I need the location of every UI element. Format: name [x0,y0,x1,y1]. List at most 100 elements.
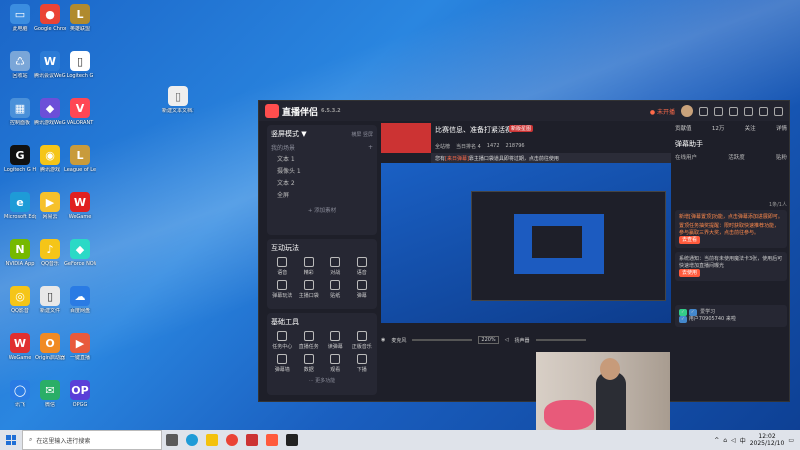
maximize-icon[interactable] [759,106,768,116]
close-icon[interactable] [774,106,783,116]
desktop-shortcut[interactable]: G Logitech G HUB [4,145,36,173]
minimize-icon[interactable] [744,106,753,116]
system-message: 系统通知：当前有未使用魔法卡3张，使用后可快速增加直播间曝光 去使用 [675,252,787,281]
desktop-shortcut[interactable]: ◆ 腾讯游戏WeGame [34,98,66,126]
desktop-shortcut[interactable]: ♪ QQ音乐 [34,239,66,267]
view-button[interactable]: 去查看 [679,236,701,244]
desktop-shortcut[interactable]: ☁ 百度网盘 [64,286,96,314]
headset-icon[interactable] [714,106,723,116]
interactive-tool-icon [303,280,314,290]
desktop-shortcut[interactable]: ▯ 新建文件 [34,286,66,314]
basic-tool[interactable]: 直播任务 [298,331,321,350]
notice-bar[interactable]: 您有 [来日弹幕] 靠主播口袋道具即将过期，点击前往使用 [431,153,671,163]
search-box[interactable]: ⌕ 在这里输入进行搜索 [22,430,162,450]
interactive-tool[interactable]: 弹幕 [351,280,374,299]
mic-slider[interactable] [412,339,473,341]
scene-item[interactable]: 摄像头 1 [271,164,373,176]
desktop-shortcut[interactable]: ◎ QQ影音 [4,286,36,314]
start-button[interactable] [0,430,22,450]
basic-tool[interactable]: 读弹幕 [324,331,347,350]
basic-tool[interactable]: 正版音乐 [351,331,374,350]
desktop-shortcut[interactable]: OP OPGG [64,380,96,408]
desktop-shortcut[interactable]: L 英雄联盟 [64,4,96,32]
chrome-icon[interactable] [226,434,238,446]
desktop-shortcut[interactable]: W WeGame [64,192,96,220]
interactive-tool[interactable]: 语音 [271,257,294,276]
network-icon[interactable]: ⌂ [723,437,727,444]
tab-fans[interactable]: 贴粉 [776,153,787,161]
task-view-icon[interactable] [166,434,178,446]
message-icon[interactable] [699,106,708,116]
scene-item[interactable]: 文本 1 [271,152,373,164]
mode-portrait[interactable]: 竖屏 [363,132,373,138]
tab-follow[interactable]: 关注 [745,124,756,132]
desktop-shortcut[interactable]: O Origin启动器 [34,333,66,361]
use-button[interactable]: 去使用 [679,269,701,277]
edge-icon[interactable] [186,434,198,446]
settings-icon[interactable] [729,106,738,116]
desktop-shortcut[interactable]: ▦ 控制面板 [4,98,36,126]
interactive-tool[interactable]: 语音 [351,257,374,276]
add-source-button[interactable]: + 添加素材 [271,206,373,214]
notification-icon[interactable]: ▭ [788,437,794,444]
scene-item[interactable]: 全屏 [271,188,373,200]
desktop-shortcut[interactable]: ▭ 此电脑 [4,4,36,32]
interactive-tool[interactable]: 对战 [324,257,347,276]
app-icon: ☁ [70,286,90,306]
valorant-icon[interactable] [246,434,258,446]
desktop-shortcut[interactable]: W 腾讯会议WeGame [34,51,66,79]
desktop-shortcut[interactable]: ▶ 网易云 [34,192,66,220]
explorer-icon[interactable] [206,434,218,446]
desktop-shortcut[interactable]: ● Google Chrome [34,4,66,32]
more-features[interactable]: ··· 更多功能 [271,377,373,384]
interactive-tool[interactable]: 贴纸 [324,280,347,299]
basic-tool[interactable]: 弹幕墙 [271,354,294,373]
tab-activity[interactable]: 活跃度 [728,153,745,161]
mode-landscape[interactable]: 横屏 [351,132,361,138]
desktop-shortcut[interactable]: ♺ 回收站 [4,51,36,79]
basic-tool[interactable]: 数据 [298,354,321,373]
desktop-shortcut[interactable]: W WeGame [4,333,36,361]
tab-contribution[interactable]: 贡献值 [675,124,692,132]
app-window: 直播伴侣 6.5.3.2 ● 未开播 竖屏模式 ▼ 横屏 竖屏 我的场景 + 文… [258,100,790,402]
speaker-icon[interactable]: ◁ [505,337,509,343]
chat-message: 新增[弹幕置顶]功能，点击弹幕添加进展即可。 置顶任务抽奖提醒：限时获取快速推荐… [675,210,787,248]
desktop-shortcut[interactable]: N NVIDIA App [4,239,36,267]
basic-tool[interactable]: 观看 [324,354,347,373]
desktop-shortcut[interactable]: ✉ 微信 [34,380,66,408]
interactive-tool[interactable]: 弹幕玩法 [271,280,294,299]
volume-icon[interactable]: ◁ [731,437,736,444]
ime-indicator[interactable]: 中 [740,436,746,445]
basic-tool-icon [277,354,288,364]
scene-mode[interactable]: 竖屏模式 ▼ [271,129,307,139]
clock[interactable]: 12:02 2025/12/10 [750,433,785,447]
desktop-shortcut[interactable]: V VALORANT [64,98,96,126]
desktop-shortcut[interactable]: ▯ Logitech G [64,51,96,79]
stream-tag[interactable]: 新版星图 [509,125,534,132]
add-scene-icon[interactable]: + [368,144,373,151]
basic-tool[interactable]: 任务中心 [271,331,294,350]
interactive-tool[interactable]: 主播口袋 [298,280,321,299]
desktop-shortcut[interactable]: ◯ 讯飞 [4,380,36,408]
scene-item[interactable]: 文本 2 [271,176,373,188]
chevron-up-icon[interactable]: ^ [714,437,719,444]
live-app-icon[interactable] [266,434,278,446]
stream-title[interactable]: 比赛信息、准备打紧活赛 [435,125,512,135]
camera-overlay[interactable] [536,352,670,432]
avatar[interactable] [681,105,693,117]
live-status[interactable]: ● 未开播 [650,107,675,116]
desktop-shortcut[interactable]: L League of Legends [64,145,96,173]
terminal-icon[interactable] [286,434,298,446]
tab-detail[interactable]: 详情 [776,124,787,132]
interactive-tool[interactable]: 精彩 [298,257,321,276]
stream-cover[interactable] [381,123,431,153]
basic-tool[interactable]: 下播 [351,354,374,373]
speaker-slider[interactable] [535,339,586,341]
desktop-shortcut[interactable]: ◆ GeForce NOW [64,239,96,267]
desktop-shortcut[interactable]: e Microsoft Edge [4,192,36,220]
tab-online[interactable]: 在线用户 [675,153,697,161]
mic-icon[interactable]: ◉ [381,337,385,343]
desktop-shortcut[interactable]: ◉ 腾讯游戏 [34,145,66,173]
desktop-shortcut[interactable]: ▶ 一键直播 [64,333,96,361]
desktop-file-icon[interactable]: ▯ 新建文本文档.txt [162,86,194,114]
